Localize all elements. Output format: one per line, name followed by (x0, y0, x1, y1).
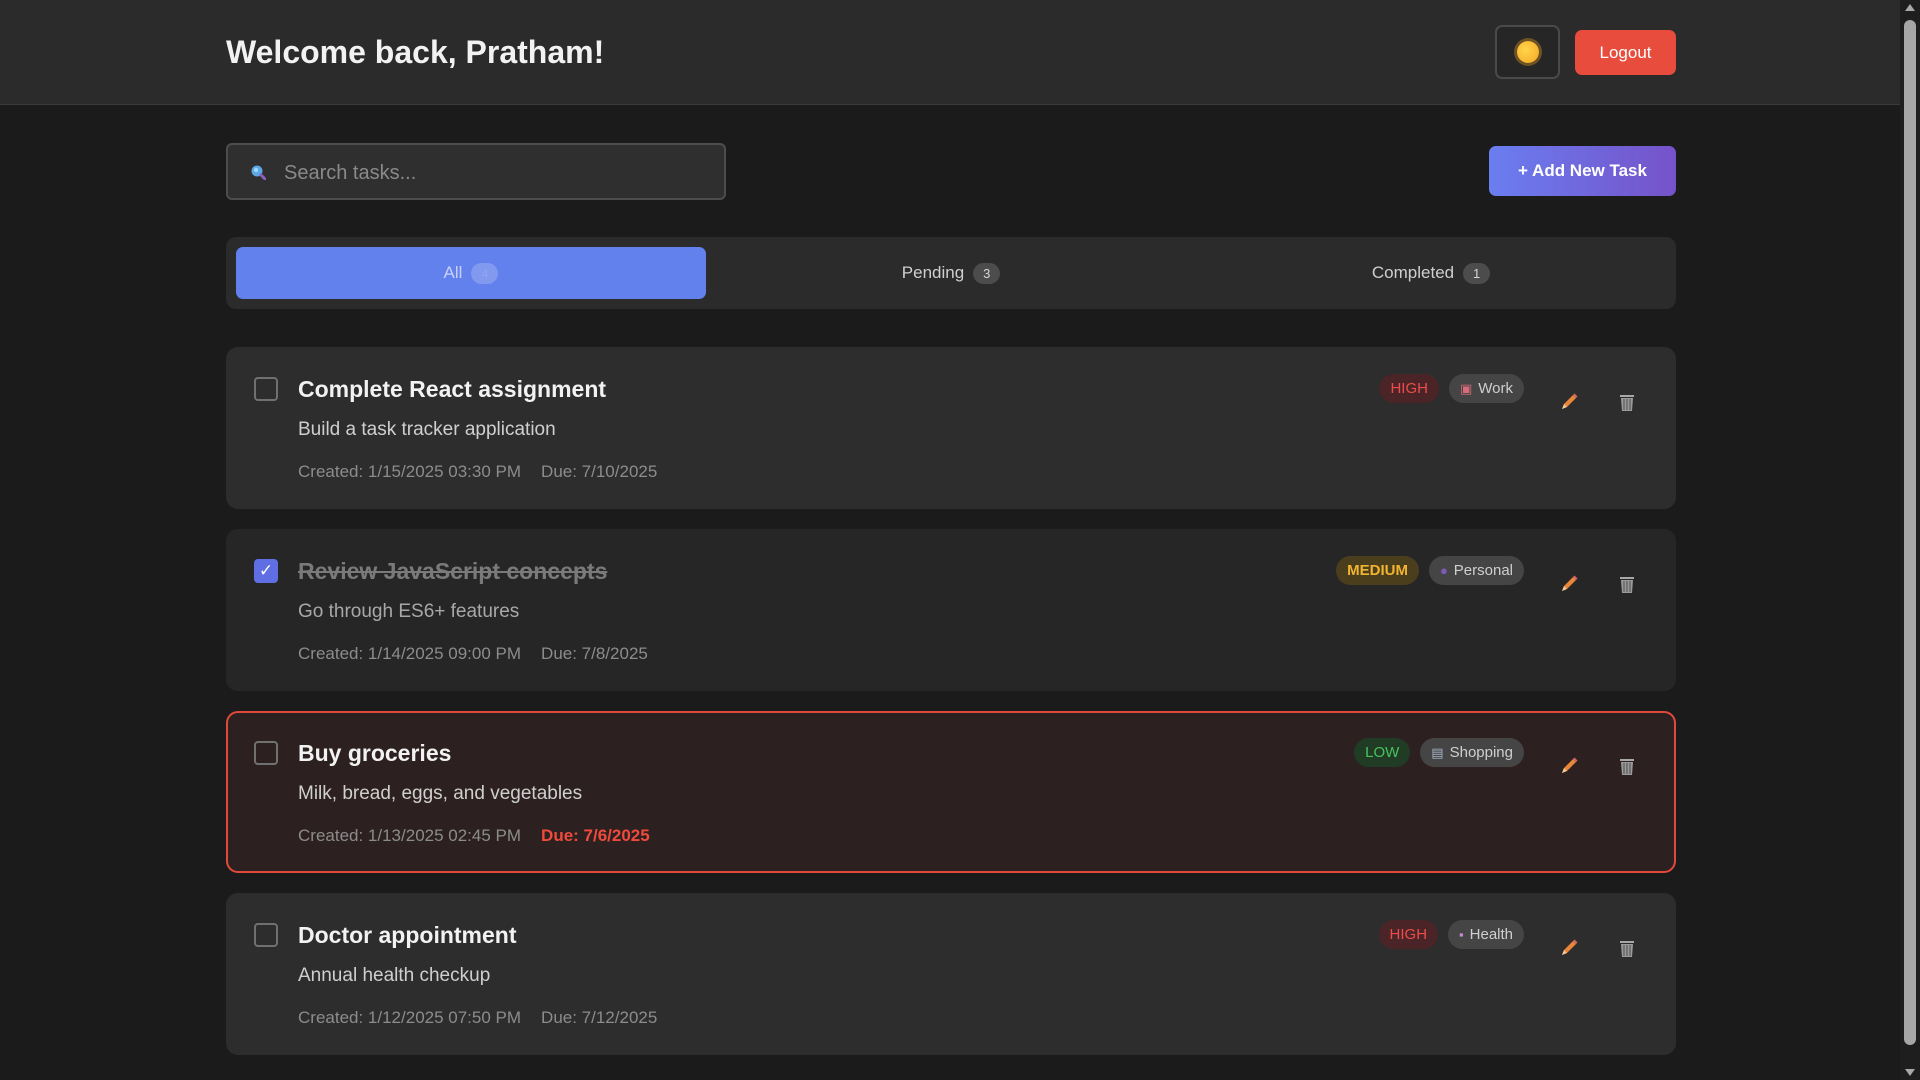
task-card: Doctor appointment Annual health checkup… (226, 893, 1676, 1055)
medical-icon: ▪ (1459, 927, 1464, 942)
task-title: Complete React assignment (298, 376, 607, 402)
category-badge: ▣ Work (1448, 374, 1524, 403)
scroll-thumb[interactable] (1904, 20, 1916, 1045)
task-description: Build a task tracker application (298, 419, 556, 440)
task-badges: HIGH ▣ Work (1379, 374, 1524, 403)
category-label: Work (1478, 380, 1513, 397)
task-description: Annual health checkup (298, 965, 491, 986)
task-due: Due: 7/12/2025 (541, 1008, 658, 1027)
pencil-icon (1562, 393, 1578, 409)
task-badges: HIGH ▪ Health (1378, 920, 1524, 949)
trash-icon (1620, 941, 1634, 957)
task-checkbox[interactable] (254, 923, 278, 947)
task-checkbox[interactable] (254, 741, 278, 765)
search-input[interactable]: Search tasks... (226, 143, 726, 200)
pencil-icon (1562, 575, 1578, 591)
welcome-title: Welcome back, Pratham! (226, 34, 605, 70)
logout-button[interactable]: Logout (1575, 30, 1676, 75)
pencil-icon (1562, 757, 1578, 773)
tab-label: Pending (901, 263, 965, 282)
task-title: Review JavaScript concepts (298, 558, 608, 584)
task-created: Created: 1/15/2025 03:30 PM (298, 462, 522, 481)
edit-button[interactable] (1554, 933, 1584, 963)
delete-button[interactable] (1612, 933, 1642, 963)
filter-tabs: All 4 Pending 3 Completed 1 (226, 237, 1676, 309)
tab-count-badge: 3 (973, 262, 1001, 284)
tab-all[interactable]: All 4 (236, 247, 706, 299)
task-checkbox[interactable]: ✓ (254, 559, 278, 583)
edit-button[interactable] (1554, 569, 1584, 599)
task-description: Go through ES6+ features (298, 601, 520, 622)
trash-icon (1620, 395, 1634, 411)
search-icon (251, 165, 266, 180)
task-created: Created: 1/12/2025 07:50 PM (298, 1008, 522, 1027)
search-placeholder: Search tasks... (284, 162, 417, 184)
tab-completed[interactable]: Completed 1 (1196, 247, 1666, 299)
task-meta: Created: 1/12/2025 07:50 PM Due: 7/12/20… (298, 1008, 657, 1028)
delete-button[interactable] (1612, 569, 1642, 599)
tab-pending[interactable]: Pending 3 (716, 247, 1186, 299)
task-created: Created: 1/14/2025 09:00 PM (298, 644, 522, 663)
edit-button[interactable] (1554, 387, 1584, 417)
category-badge: ▤ Shopping (1420, 738, 1524, 767)
task-badges: MEDIUM ● Personal (1336, 556, 1524, 585)
priority-badge: HIGH (1379, 374, 1439, 403)
scroll-down-arrow[interactable] (1905, 1069, 1915, 1076)
priority-badge: LOW (1354, 738, 1411, 767)
task-due: Due: 7/6/2025 (541, 826, 650, 845)
trash-icon (1620, 577, 1634, 593)
priority-badge: MEDIUM (1336, 556, 1419, 585)
sun-icon (1516, 41, 1539, 63)
category-label: Shopping (1449, 744, 1513, 761)
task-meta: Created: 1/15/2025 03:30 PM Due: 7/10/20… (298, 462, 657, 482)
add-task-button[interactable]: + Add New Task (1489, 146, 1676, 196)
task-checkbox[interactable] (254, 377, 278, 401)
task-due: Due: 7/10/2025 (541, 462, 658, 481)
tab-label: All (443, 263, 463, 282)
task-card: Buy groceries Milk, bread, eggs, and veg… (226, 711, 1676, 873)
task-meta: Created: 1/14/2025 09:00 PM Due: 7/8/202… (298, 644, 648, 664)
task-title: Doctor appointment (298, 922, 517, 948)
tab-label: Completed (1371, 263, 1455, 282)
task-title: Buy groceries (298, 740, 452, 766)
person-icon: ● (1439, 563, 1448, 578)
category-badge: ● Personal (1428, 556, 1524, 585)
delete-button[interactable] (1612, 387, 1642, 417)
trash-icon (1620, 759, 1634, 775)
task-card: Complete React assignment Build a task t… (226, 347, 1676, 509)
app-header: Welcome back, Pratham! Logout (0, 0, 1900, 105)
delete-button[interactable] (1612, 751, 1642, 781)
task-description: Milk, bread, eggs, and vegetables (298, 783, 583, 804)
edit-button[interactable] (1554, 751, 1584, 781)
theme-toggle-button[interactable] (1495, 25, 1560, 79)
category-label: Health (1469, 926, 1513, 943)
check-icon: ✓ (258, 561, 274, 580)
task-badges: LOW ▤ Shopping (1354, 738, 1524, 767)
priority-badge: HIGH (1378, 920, 1439, 949)
pencil-icon (1562, 939, 1578, 955)
scroll-up-arrow[interactable] (1905, 4, 1915, 11)
task-due: Due: 7/8/2025 (541, 644, 648, 663)
category-badge: ▪ Health (1448, 920, 1524, 949)
scrollbar[interactable] (1900, 0, 1920, 1080)
shopping-cart-icon: ▤ (1431, 744, 1444, 760)
category-label: Personal (1453, 562, 1513, 579)
task-meta: Created: 1/13/2025 02:45 PM Due: 7/6/202… (298, 826, 650, 846)
tab-count-badge: 1 (1463, 262, 1491, 284)
tab-count-badge: 4 (471, 262, 499, 284)
task-card: ✓ Review JavaScript concepts Go through … (226, 529, 1676, 691)
task-created: Created: 1/13/2025 02:45 PM (298, 826, 522, 845)
briefcase-icon: ▣ (1459, 380, 1473, 396)
